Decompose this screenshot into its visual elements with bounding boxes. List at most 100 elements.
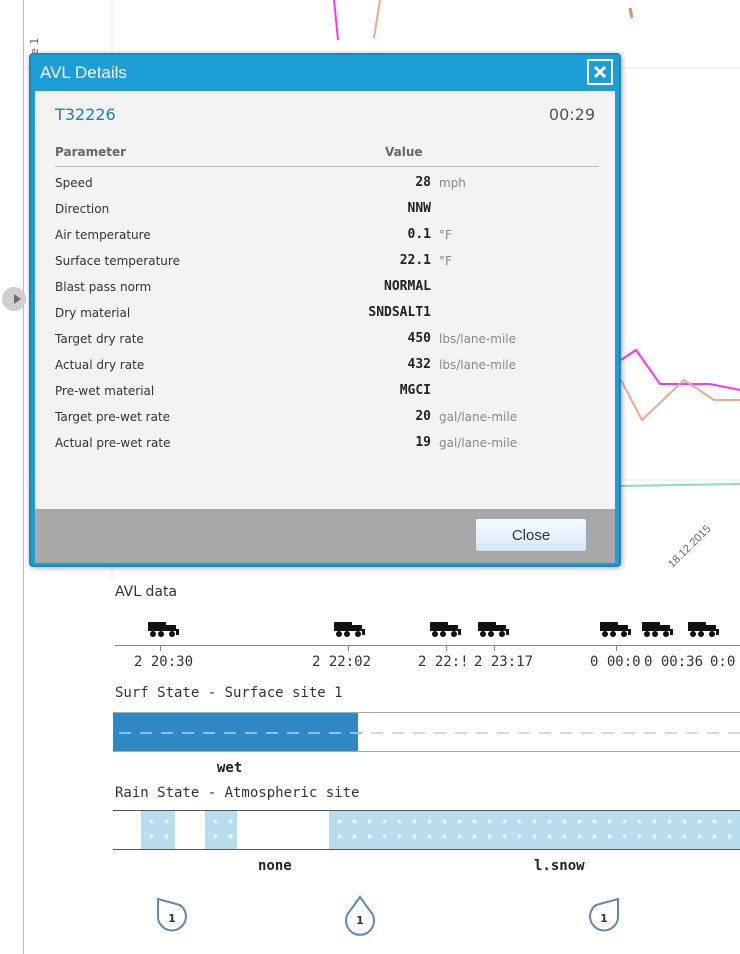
parameter-unit: gal/lane-mile [439,436,518,450]
parameter-value: 450 [407,331,431,346]
surface-dash [350,732,362,734]
series-green-line [620,483,740,487]
parameter-unit: mph [439,176,466,190]
timeline-axis [115,645,740,646]
timeline-tick-label: 0:0 [710,654,736,670]
truck-icon[interactable] [428,620,464,638]
column-header-value: Value [385,145,423,159]
rain-snow-segment[interactable] [205,811,237,849]
table-row: Target pre-wet rate 20 gal/lane-mile [55,405,599,431]
parameter-name: Actual pre-wet rate [55,436,171,450]
truck-icon[interactable] [640,620,676,638]
dialog-title: AVL Details [40,63,127,82]
marker-count: 1 [168,912,176,925]
surface-dash [476,732,488,734]
parameter-value: NORMAL [384,279,431,294]
timeline-tick-label: 2 23:17 [474,654,534,670]
parameter-name: Surface temperature [55,254,180,268]
parameter-name: Direction [55,202,110,216]
expand-panel-handle-icon[interactable] [2,287,26,311]
surface-dash [581,732,593,734]
surface-dash [497,732,509,734]
parameter-name: Air temperature [55,228,151,242]
drop-marker-icon[interactable]: 1 [152,895,192,937]
timeline-tick [446,645,447,651]
parameter-value: 20 [415,409,431,424]
avl-details-dialog: AVL Details T32226 00:29 Parameter Value… [29,53,621,567]
drop-marker-icon[interactable]: 1 [584,895,624,937]
timeline-tick [616,645,617,651]
surface-dash [182,732,194,734]
left-rail [0,0,24,954]
surface-dash [455,732,467,734]
table-row: Blast pass norm NORMAL [55,275,599,301]
rain-state-label-none: none [258,858,292,874]
surface-dash [140,732,152,734]
truck-icon[interactable] [146,620,182,638]
parameter-value: 28 [415,175,431,190]
column-header-parameter: Parameter [55,145,127,159]
timeline-tick-label: 2 20:30 [134,654,194,670]
timeline-tick-label: 2 22:02 [312,654,372,670]
truck-icon[interactable] [332,620,368,638]
table-row: Direction NNW [55,197,599,223]
surface-dash [119,732,131,734]
timeline-tick [348,645,349,651]
rain-state-title: Rain State - Atmospheric site [115,785,360,801]
parameter-unit: °F [439,228,452,242]
surface-dash [728,732,740,734]
surface-dash [203,732,215,734]
marker-count: 1 [356,914,364,927]
series-magenta-line [333,0,339,41]
avl-data-title: AVL data [115,584,178,600]
parameter-value: MGCI [399,383,431,398]
parameter-unit: °F [439,254,452,268]
surface-state-label: wet [217,760,243,776]
parameter-value: 432 [407,357,431,372]
rain-snow-segment[interactable] [141,811,175,849]
parameter-value: SNDSALT1 [368,305,431,320]
drop-marker-icon[interactable]: 1 [340,895,380,937]
truck-icon[interactable] [476,620,512,638]
surface-dash [665,732,677,734]
close-button[interactable]: Close [475,518,587,552]
surface-dash [329,732,341,734]
series-salmon-line [373,0,381,39]
parameter-unit: lbs/lane-mile [439,332,516,346]
parameter-name: Target pre-wet rate [55,410,171,424]
parameter-value: 19 [415,435,431,450]
table-row: Target dry rate 450 lbs/lane-mile [55,327,599,353]
close-icon-glyph [593,65,607,79]
vehicle-id: T32226 [55,105,116,124]
surface-dash [266,732,278,734]
surface-dash [686,732,698,734]
timeline-tick-label: 0 00:36 [644,654,704,670]
table-row: Surface temperature 22.1 °F [55,249,599,275]
timeline-tick-label: 2 22:! [418,654,469,670]
surface-dash [560,732,572,734]
surface-dash [623,732,635,734]
parameter-name: Speed [55,176,93,190]
table-row: Pre-wet material MGCI [55,379,599,405]
table-row: Actual pre-wet rate 19 gal/lane-mile [55,431,599,457]
truck-icon[interactable] [686,620,722,638]
dialog-footer: Close [35,509,615,563]
timeline-tick [494,645,495,651]
surface-dash [371,732,383,734]
surface-dash [224,732,236,734]
parameter-name: Actual dry rate [55,358,145,372]
surface-dash [308,732,320,734]
surface-dash [413,732,425,734]
record-time: 00:29 [548,105,595,124]
rain-snow-segment[interactable] [329,811,740,849]
surface-state-title: Surf State - Surface site 1 [115,685,343,701]
close-icon[interactable] [587,59,613,85]
timeline-tick-label: 0 00:0 [590,654,641,670]
truck-icon[interactable] [598,620,634,638]
surface-dash [392,732,404,734]
surface-dash [434,732,446,734]
surface-dash [644,732,656,734]
parameter-value: 22.1 [399,253,431,268]
table-header: Parameter Value [55,143,599,167]
rain-state-track [113,810,740,850]
